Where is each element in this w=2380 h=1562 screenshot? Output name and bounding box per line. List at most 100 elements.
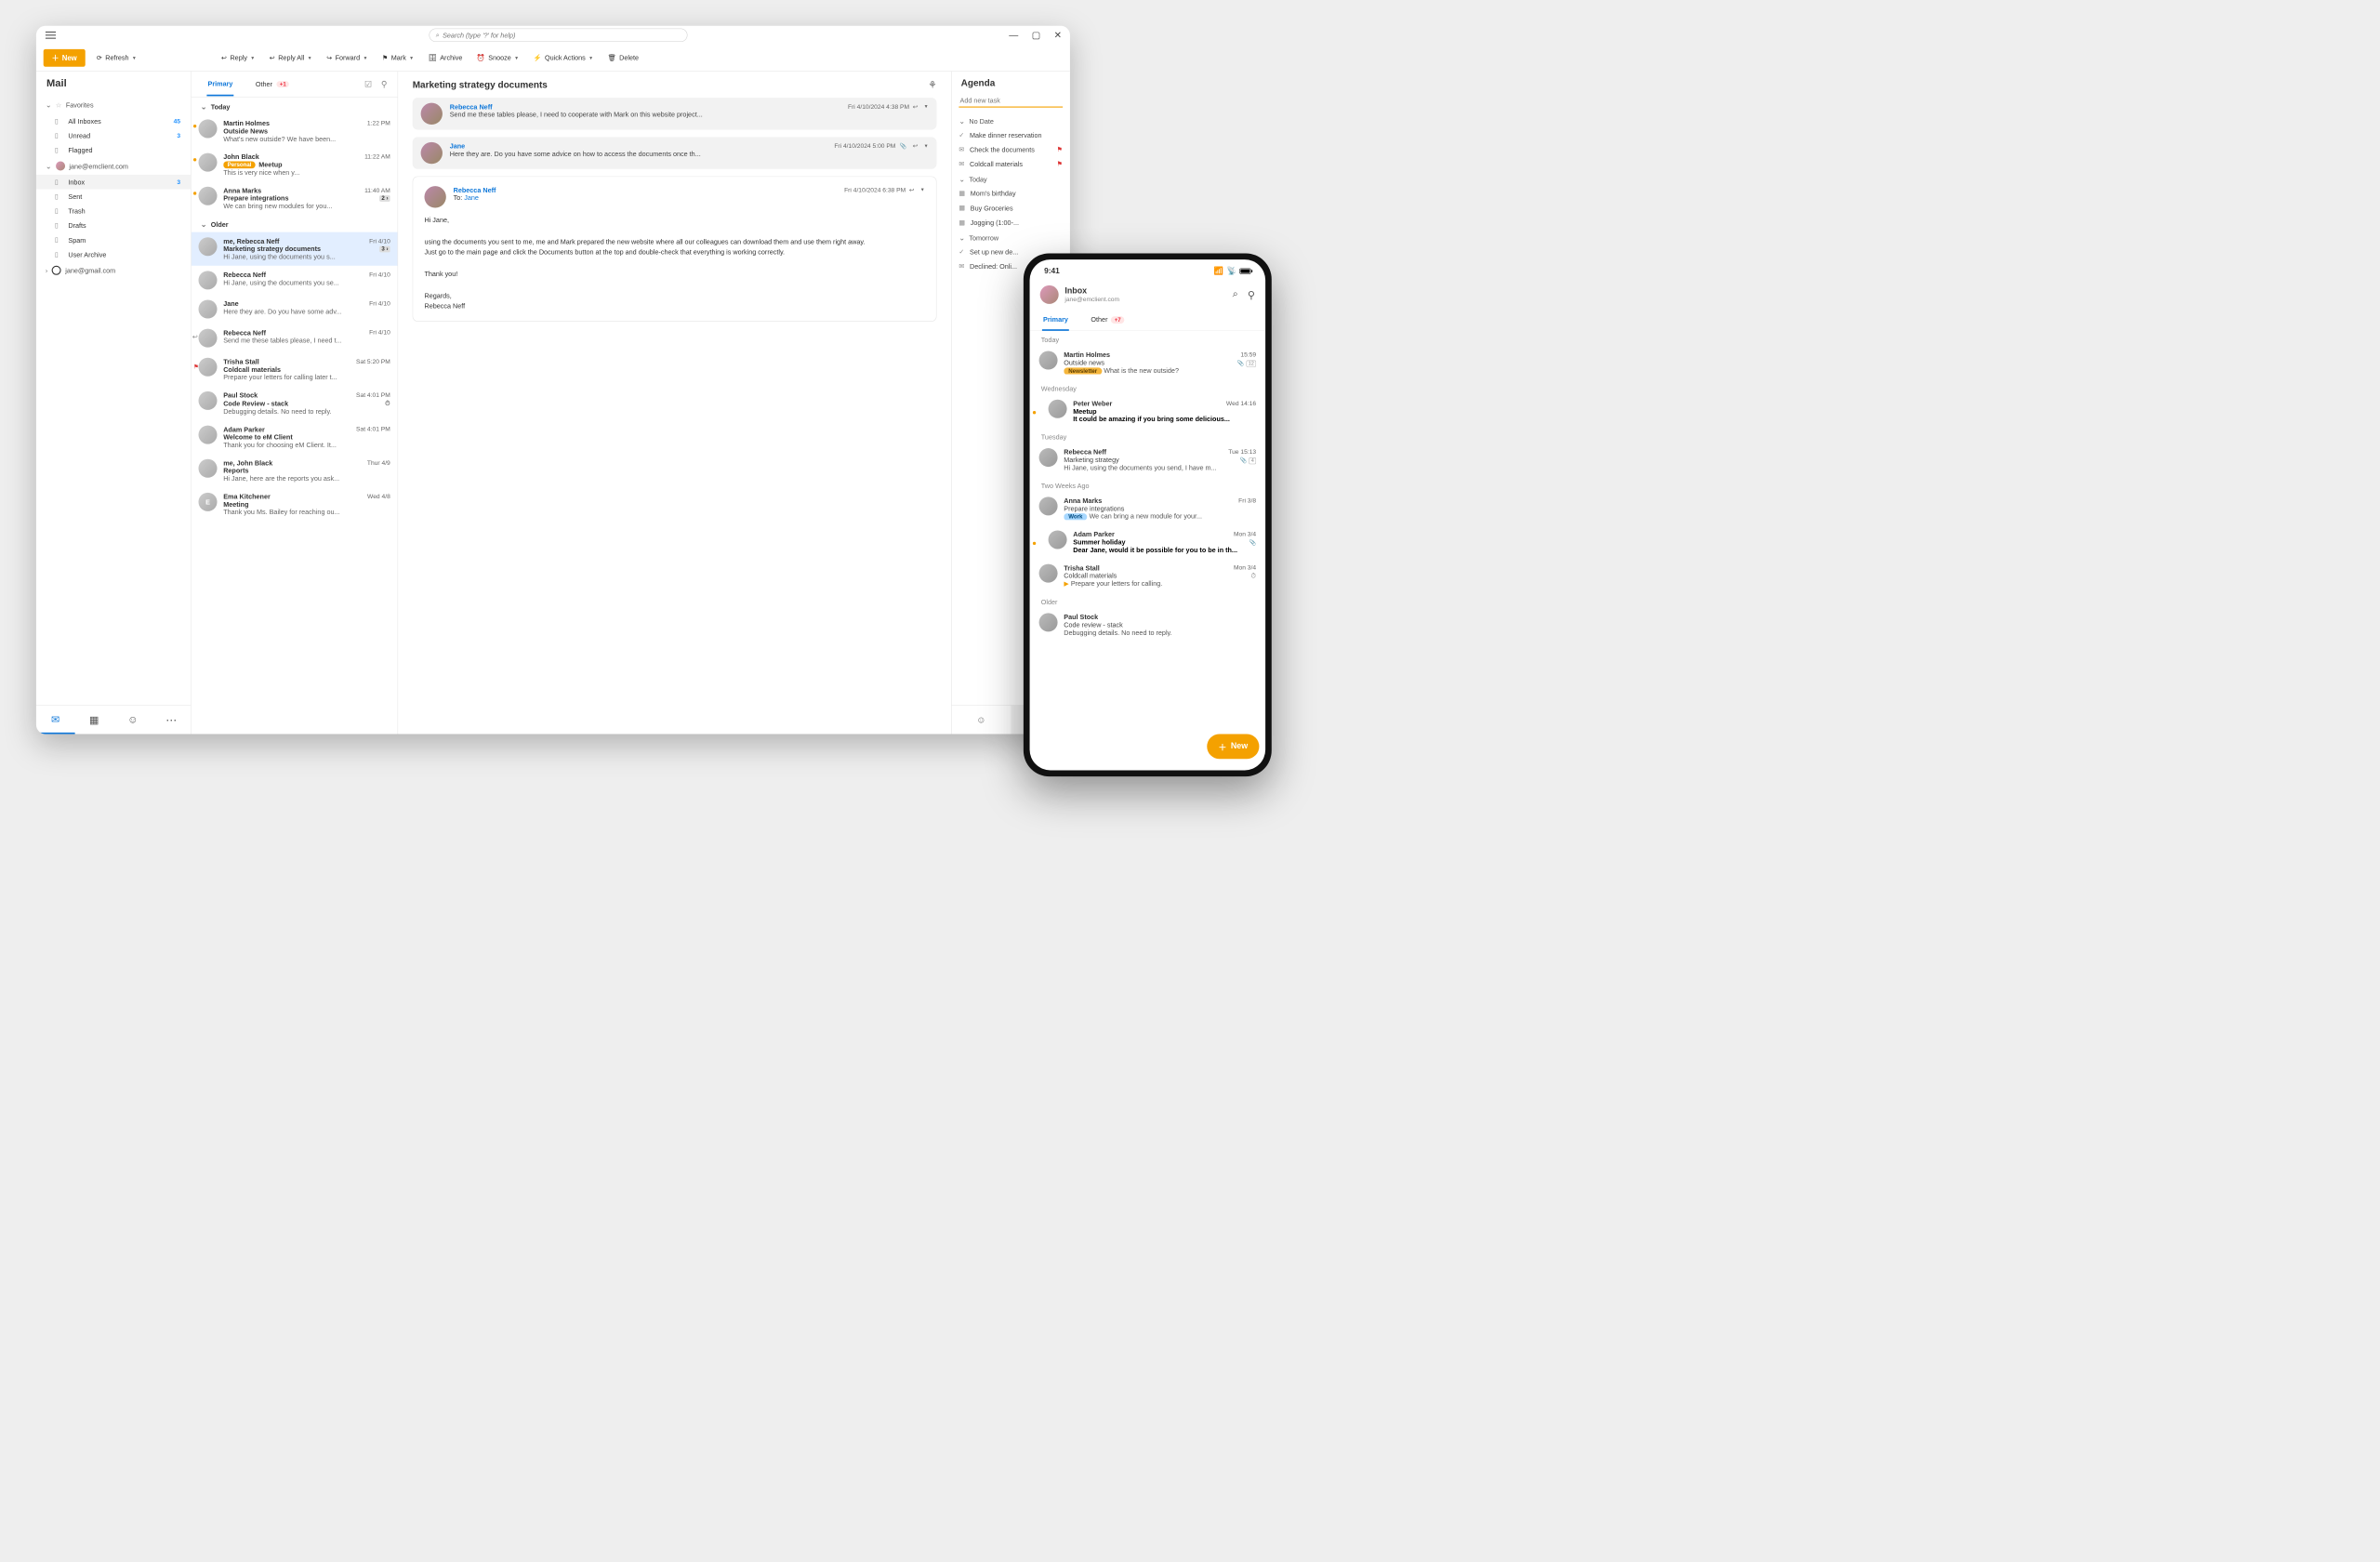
- nav-item[interactable]: ▯Trash: [36, 204, 191, 218]
- agenda-item[interactable]: ✓Make dinner reservation: [952, 127, 1070, 142]
- nav-item[interactable]: ▯All Inboxes45: [36, 113, 191, 128]
- nav-mail-icon[interactable]: [36, 706, 75, 735]
- phone-tab-other[interactable]: Other+7: [1090, 309, 1125, 330]
- agenda-item[interactable]: ▦Jogging (1:00-...: [952, 215, 1070, 230]
- avatar: [1039, 496, 1058, 515]
- titlebar: — ▢ ✕: [36, 26, 1070, 45]
- phone-header: Inboxjane@emclient.com: [1030, 283, 1266, 310]
- reading-pane: Marketing strategy documents⚘ Fri 4/10/2…: [398, 72, 951, 735]
- agenda-group[interactable]: No Date: [952, 113, 1070, 127]
- avatar: [52, 266, 61, 275]
- minimize-button[interactable]: —: [1007, 28, 1020, 43]
- agenda-group[interactable]: Today: [952, 171, 1070, 186]
- hamburger-icon[interactable]: [46, 32, 56, 39]
- message-item[interactable]: me, John BlackThur 4/9 Reports Hi Jane, …: [192, 454, 398, 487]
- pin-icon[interactable]: ⚘: [928, 80, 936, 91]
- thread-message-open: Fri 4/10/2024 6:38 PM ↩ ▼Rebecca NeffTo:…: [413, 177, 937, 322]
- refresh-button[interactable]: ⟳ Refresh ▼: [94, 51, 140, 63]
- phone-message-item[interactable]: Trisha StallMon 3/4 Coldcall materials ⏱…: [1030, 559, 1266, 593]
- thread-message[interactable]: Fri 4/10/2024 4:38 PM ↩ ▼Rebecca NeffSen…: [413, 98, 937, 129]
- message-item[interactable]: me, Rebecca NeffFri 4/10 Marketing strat…: [192, 232, 398, 266]
- favorites-header[interactable]: ☆Favorites: [36, 97, 191, 113]
- select-icon[interactable]: ☑: [364, 79, 372, 89]
- nav-item[interactable]: ▯Drafts: [36, 218, 191, 233]
- message-item[interactable]: ⚑ Trisha StallSat 5:20 PM Coldcall mater…: [192, 352, 398, 386]
- avatar: [1049, 400, 1067, 418]
- nav-more-icon[interactable]: [152, 706, 192, 735]
- message-item[interactable]: John Black11:22 AM PersonalMeetup This i…: [192, 148, 398, 181]
- agenda-item[interactable]: ▦Mom's birthday: [952, 186, 1070, 201]
- message-list-panel: Primary Other+1 ☑ Today Martin Holmes1:2…: [192, 72, 398, 735]
- group-header[interactable]: Older: [192, 215, 398, 232]
- message-item[interactable]: Martin Holmes1:22 PM Outside News What's…: [192, 114, 398, 148]
- phone-tabs: Primary Other+7: [1030, 309, 1266, 330]
- search-icon[interactable]: [1233, 288, 1238, 301]
- agenda-item[interactable]: ✉Check the documents⚑: [952, 142, 1070, 157]
- account2-header[interactable]: ›jane@gmail.com: [36, 261, 191, 279]
- phone-message-item[interactable]: Rebecca NeffTue 15:13 Marketing strategy…: [1030, 443, 1266, 476]
- group-header[interactable]: Today: [192, 98, 398, 114]
- agenda-contacts-icon[interactable]: [952, 706, 1012, 735]
- avatar: [199, 329, 218, 348]
- avatar: [421, 103, 443, 125]
- phone-group-header: Wednesday: [1030, 379, 1266, 394]
- avatar: [199, 459, 218, 478]
- nav-title: Mail: [36, 72, 191, 97]
- close-button[interactable]: ✕: [1051, 28, 1064, 43]
- message-item[interactable]: Adam ParkerSat 4:01 PM Welcome to eM Cli…: [192, 420, 398, 454]
- message-item[interactable]: E Ema KitchenerWed 4/8 Meeting Thank you…: [192, 487, 398, 521]
- search-field[interactable]: [429, 29, 687, 42]
- tab-other[interactable]: Other+1: [255, 73, 290, 95]
- avatar: [199, 299, 218, 318]
- filter-icon[interactable]: [381, 79, 388, 89]
- message-item[interactable]: Anna Marks11:40 AM Prepare integrations2…: [192, 181, 398, 215]
- quickactions-button[interactable]: Quick Actions▼: [530, 51, 596, 63]
- add-task-input[interactable]: Add new task: [959, 95, 1063, 108]
- forward-button[interactable]: Forward▼: [324, 51, 371, 63]
- phone-message-item[interactable]: Martin Holmes15:59 Outside news 12 Newsl…: [1030, 346, 1266, 379]
- delete-button[interactable]: Delete: [604, 51, 641, 63]
- phone-new-button[interactable]: ＋New: [1207, 735, 1259, 760]
- avatar: [199, 237, 218, 256]
- maximize-button[interactable]: ▢: [1029, 28, 1042, 43]
- signal-icon: [1214, 266, 1223, 275]
- avatar[interactable]: [1040, 285, 1059, 304]
- replyall-button[interactable]: Reply All▼: [266, 51, 314, 63]
- nav-item[interactable]: ▯Inbox3: [36, 175, 191, 190]
- nav-calendar-icon[interactable]: [74, 706, 113, 735]
- phone-message-item[interactable]: Anna MarksFri 3/8 Prepare integrations W…: [1030, 492, 1266, 525]
- nav-item[interactable]: ▯Sent: [36, 189, 191, 204]
- phone-message-item[interactable]: Peter WeberWed 14:16 Meetup It could be …: [1030, 394, 1266, 428]
- tab-primary[interactable]: Primary: [206, 73, 233, 97]
- nav-item[interactable]: ▯Flagged: [36, 142, 191, 157]
- phone-tab-primary[interactable]: Primary: [1042, 309, 1069, 330]
- reply-button[interactable]: Reply▼: [218, 51, 258, 63]
- nav-item[interactable]: ▯Spam: [36, 232, 191, 247]
- agenda-item[interactable]: ▦Buy Groceries: [952, 201, 1070, 216]
- nav-contacts-icon[interactable]: [113, 706, 152, 735]
- new-button[interactable]: ＋New: [44, 49, 86, 67]
- message-item[interactable]: Paul StockSat 4:01 PM Code Review - stac…: [192, 386, 398, 420]
- archive-button[interactable]: Archive: [425, 51, 465, 63]
- account1-header[interactable]: jane@emclient.com: [36, 157, 191, 175]
- message-item[interactable]: ↩ Rebecca NeffFri 4/10 Send me these tab…: [192, 324, 398, 352]
- avatar: [1039, 564, 1058, 583]
- agenda-item[interactable]: ✉Coldcall materials⚑: [952, 156, 1070, 171]
- filter-icon[interactable]: [1248, 288, 1255, 301]
- search-input[interactable]: [443, 32, 681, 39]
- phone-message-item[interactable]: Paul Stock Code review - stack Debugging…: [1030, 608, 1266, 642]
- mark-button[interactable]: Mark▼: [379, 51, 417, 63]
- nav-item[interactable]: ▯Unread3: [36, 128, 191, 143]
- phone-group-header: Older: [1030, 593, 1266, 608]
- thread-message[interactable]: Fri 4/10/2024 5:00 PM ↩ ▼JaneHere they a…: [413, 137, 937, 168]
- wifi-icon: [1227, 266, 1236, 275]
- agenda-group[interactable]: Tomorrow: [952, 230, 1070, 245]
- nav-item[interactable]: ▯User Archive: [36, 247, 191, 262]
- phone-message-item[interactable]: Adam ParkerMon 3/4 Summer holiday Dear J…: [1030, 525, 1266, 559]
- inbox-tabs: Primary Other+1 ☑: [192, 72, 398, 98]
- phone-title: Inbox: [1064, 286, 1119, 296]
- snooze-button[interactable]: Snooze▼: [474, 51, 522, 63]
- message-item[interactable]: JaneFri 4/10 Here they are. Do you have …: [192, 295, 398, 324]
- message-item[interactable]: Rebecca NeffFri 4/10 Hi Jane, using the …: [192, 266, 398, 295]
- folder-nav: Mail ☆Favorites ▯All Inboxes45▯Unread3▯F…: [36, 72, 192, 735]
